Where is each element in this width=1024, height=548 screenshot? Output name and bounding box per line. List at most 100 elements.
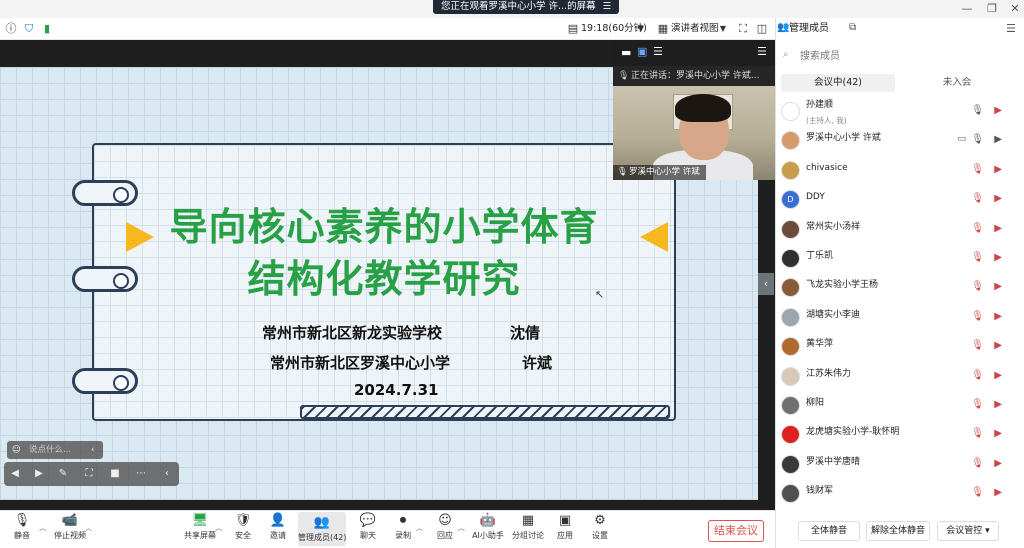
screenshot-icon[interactable]: ⛶ <box>82 467 96 481</box>
member-row[interactable]: 罗溪中学唐晴 🎙 ▶ <box>777 450 1022 479</box>
member-name: 孙建顺 <box>806 100 834 110</box>
next-icon[interactable]: ▶ <box>32 467 46 481</box>
member-row[interactable]: 黄华萍 🎙 ▶ <box>777 332 1022 361</box>
member-row[interactable]: 钱财军 🎙 ▶ <box>777 479 1022 508</box>
camera-off-icon[interactable]: ▶ <box>994 428 1002 439</box>
info-icon[interactable]: ⓘ <box>4 22 18 36</box>
camera-off-icon[interactable]: ▶ <box>994 311 1002 322</box>
camera-off-icon[interactable]: ▶ <box>994 164 1002 175</box>
layout-icon[interactable]: ▦ <box>656 22 670 36</box>
chevron-down-icon[interactable]: ▼ <box>634 22 648 36</box>
camera-icon[interactable]: ■ <box>108 467 122 481</box>
security-button[interactable]: 🛡 安全 <box>223 510 263 548</box>
more-icon[interactable]: ⋯ <box>134 467 148 481</box>
microphone-muted-icon[interactable]: 🎙 <box>971 399 984 410</box>
member-row[interactable]: 罗溪中心小学 许斌 ▭ 🎙 ▶ <box>777 126 1022 155</box>
search-input[interactable] <box>782 48 1016 66</box>
microphone-muted-icon[interactable]: 🎙 <box>971 252 984 263</box>
apps-button[interactable]: ▣ 应用 <box>545 510 585 548</box>
member-row[interactable]: 龙虎塘实验小学-耿怀明 🎙 ▶ <box>777 420 1022 449</box>
close-icon[interactable]: ✕ <box>1006 2 1024 16</box>
emoji-icon[interactable]: ☺ <box>12 441 21 459</box>
member-row[interactable]: 湖塘实小李迪 🎙 ▶ <box>777 303 1022 332</box>
microphone-muted-icon[interactable]: 🎙 <box>971 487 984 498</box>
collapse-icon[interactable]: ‹ <box>160 467 174 481</box>
chevron-down-icon[interactable]: ▼ <box>716 22 730 36</box>
member-row[interactable]: 江苏朱伟力 🎙 ▶ <box>777 362 1022 391</box>
camera-icon[interactable]: ▶ <box>994 134 1002 145</box>
shield-icon[interactable]: ⛉ <box>22 22 36 36</box>
chevron-up-icon[interactable]: ︿ <box>85 523 92 533</box>
screen-share-icon: ▭ <box>957 134 966 145</box>
share-banner[interactable]: 您正在观看罗溪中心小学 许...的屏幕 ☰ <box>433 0 620 14</box>
breakout-rooms-button[interactable]: ▦ 分组讨论 <box>507 510 549 548</box>
minimize-icon[interactable]: — <box>958 2 976 16</box>
camera-off-icon[interactable]: ▶ <box>994 458 1002 469</box>
previous-icon[interactable]: ◀ <box>8 467 22 481</box>
speaker-video[interactable]: 🎙 罗溪中心小学 许斌 <box>613 86 775 180</box>
menu-icon[interactable]: ☰ <box>603 1 612 12</box>
camera-off-icon[interactable]: ▶ <box>994 252 1002 263</box>
view-mode-select[interactable]: 演讲者视图 <box>671 22 719 36</box>
chevron-up-icon[interactable]: ︿ <box>416 523 423 533</box>
settings-button[interactable]: ⚙ 设置 <box>580 510 620 548</box>
pen-icon[interactable]: ✎ <box>56 467 70 481</box>
member-row[interactable]: chivasice 🎙 ▶ <box>777 156 1022 185</box>
pop-out-icon[interactable]: ⧉ <box>849 22 856 33</box>
camera-off-icon[interactable]: ▶ <box>994 193 1002 204</box>
share-screen-button[interactable]: 🖥 共享屏幕 <box>180 510 220 548</box>
member-row[interactable]: D DDY 🎙 ▶ <box>777 185 1022 214</box>
chat-button[interactable]: 💬 聊天 <box>348 510 388 548</box>
camera-off-icon[interactable]: ▶ <box>994 399 1002 410</box>
end-meeting-button[interactable]: 结束会议 <box>708 520 764 542</box>
member-row[interactable]: 孙建顺 (主持人, 我) 🎙 ▶ <box>777 97 1022 126</box>
collapse-comment-icon[interactable]: ‹ <box>91 441 94 459</box>
mute-all-button[interactable]: 全体静音 <box>798 521 860 541</box>
camera-off-icon[interactable]: ▶ <box>994 223 1002 234</box>
tab-in-meeting[interactable]: 会议中(42) <box>781 74 895 92</box>
member-row[interactable]: 丁乐凯 🎙 ▶ <box>777 244 1022 273</box>
comment-input[interactable]: ☺ 说点什么... ‹ <box>7 441 103 459</box>
video-name-text: 罗溪中心小学 许斌 <box>629 167 700 177</box>
manage-members-button[interactable]: 👥 管理成员(42) <box>298 512 346 546</box>
microphone-muted-icon[interactable]: 🎙 <box>971 370 984 381</box>
sidebar-icon[interactable]: ◫ <box>755 22 769 36</box>
chevron-up-icon[interactable]: ︿ <box>215 523 222 533</box>
microphone-muted-icon[interactable]: 🎙 <box>971 164 984 175</box>
restore-icon[interactable]: ❐ <box>983 2 1001 16</box>
camera-off-icon[interactable]: ▶ <box>994 340 1002 351</box>
minimize-video-icon[interactable]: ▬ <box>621 46 631 59</box>
microphone-muted-icon[interactable]: 🎙 <box>971 428 984 439</box>
microphone-muted-icon[interactable]: 🎙 <box>971 311 984 322</box>
ai-assistant-button[interactable]: 🤖 AI小助手 <box>466 510 510 548</box>
microphone-muted-icon[interactable]: 🎙 <box>971 340 984 351</box>
chevron-up-icon[interactable]: ︿ <box>39 523 46 533</box>
camera-off-icon[interactable]: ▶ <box>994 281 1002 292</box>
microphone-muted-icon[interactable]: 🎙 <box>971 458 984 469</box>
camera-off-icon[interactable]: ▶ <box>994 370 1002 381</box>
speaker-view-icon[interactable]: ▣ <box>637 45 647 58</box>
invite-button[interactable]: 👤 邀请 <box>258 510 298 548</box>
chevron-up-icon[interactable]: ︿ <box>458 523 465 533</box>
menu-icon[interactable]: ☰ <box>1006 22 1016 35</box>
fullscreen-icon[interactable]: ⛶ <box>736 22 750 36</box>
meeting-control-button[interactable]: 会议管控 ▾ <box>937 521 999 541</box>
microphone-muted-icon[interactable]: 🎙 <box>971 193 984 204</box>
member-name: 龙虎塘实验小学-耿怀明 <box>806 427 900 438</box>
avatar <box>781 425 800 445</box>
unmute-all-button[interactable]: 解除全体静音 <box>866 521 930 541</box>
gallery-view-icon[interactable]: ☰ <box>653 45 663 58</box>
camera-off-icon[interactable]: ▶ <box>994 105 1002 116</box>
tab-not-joined[interactable]: 未入会 <box>897 74 1017 92</box>
microphone-icon[interactable]: 🎙 <box>971 105 984 116</box>
member-row[interactable]: 常州实小汤祥 🎙 ▶ <box>777 215 1022 244</box>
camera-off-icon[interactable]: ▶ <box>994 487 1002 498</box>
microphone-muted-icon[interactable]: 🎙 <box>971 281 984 292</box>
mute-button[interactable]: 🎙 静音 <box>2 510 42 548</box>
member-row[interactable]: 飞龙实验小学王杨 🎙 ▶ <box>777 273 1022 302</box>
microphone-muted-icon[interactable]: 🎙 <box>971 223 984 234</box>
collapse-video-handle[interactable]: ‹ <box>758 273 774 295</box>
member-row[interactable]: 柳阳 🎙 ▶ <box>777 391 1022 420</box>
microphone-icon[interactable]: 🎙 <box>971 134 984 145</box>
video-menu-icon[interactable]: ☰ <box>757 45 767 58</box>
